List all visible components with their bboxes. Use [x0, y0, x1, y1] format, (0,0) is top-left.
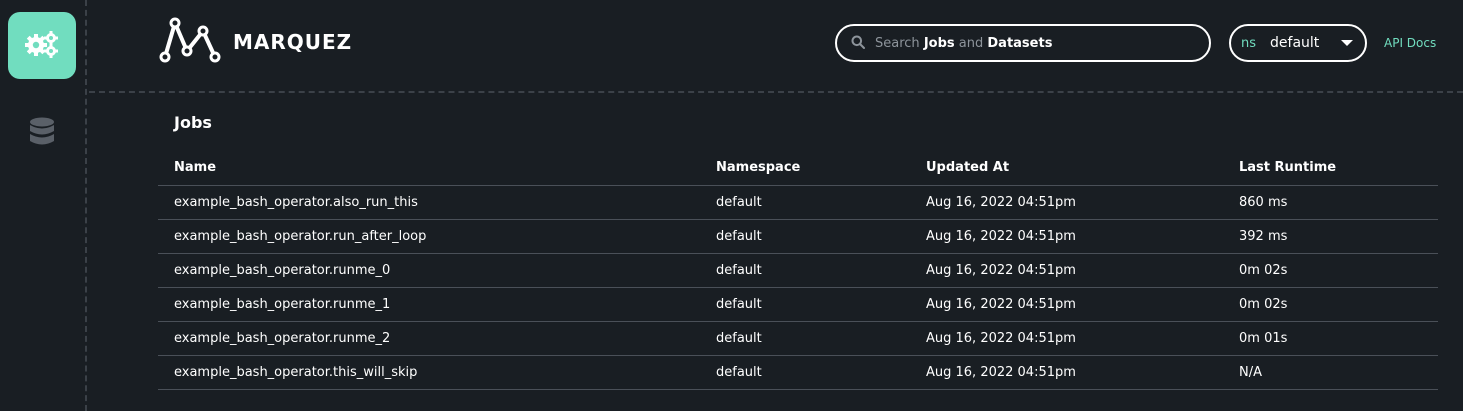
- job-updated-at: Aug 16, 2022 04:51pm: [910, 219, 1223, 254]
- column-header-updated-at: Updated At: [910, 151, 1223, 186]
- job-last-runtime: N/A: [1223, 355, 1438, 390]
- table-row[interactable]: example_bash_operator.run_after_loop def…: [158, 219, 1438, 254]
- sidebar-item-datasets[interactable]: [27, 117, 57, 151]
- job-last-runtime: 0m 02s: [1223, 253, 1438, 288]
- job-updated-at: Aug 16, 2022 04:51pm: [910, 355, 1223, 390]
- table-row[interactable]: example_bash_operator.runme_0 default Au…: [158, 253, 1438, 288]
- column-header-namespace: Namespace: [700, 151, 910, 186]
- sidebar: [0, 0, 87, 411]
- marquez-logo-icon: [159, 17, 221, 67]
- search-input[interactable]: Search Jobs and Datasets: [835, 24, 1211, 62]
- job-last-runtime: 0m 02s: [1223, 287, 1438, 322]
- sidebar-item-jobs[interactable]: [8, 12, 76, 79]
- job-name-link[interactable]: example_bash_operator.this_will_skip: [158, 355, 700, 390]
- table-row[interactable]: example_bash_operator.this_will_skip def…: [158, 355, 1438, 390]
- job-updated-at: Aug 16, 2022 04:51pm: [910, 253, 1223, 288]
- job-name-link[interactable]: example_bash_operator.runme_1: [158, 287, 700, 322]
- job-name-link[interactable]: example_bash_operator.runme_2: [158, 321, 700, 356]
- database-icon: [29, 117, 55, 151]
- app-name: MARQUEZ: [233, 30, 353, 54]
- job-namespace: default: [700, 321, 910, 356]
- gears-icon: [24, 30, 60, 62]
- namespace-select[interactable]: ns default: [1229, 24, 1367, 62]
- job-last-runtime: 0m 01s: [1223, 321, 1438, 356]
- job-last-runtime: 392 ms: [1223, 219, 1438, 254]
- app-root: MARQUEZ Search Jobs and Datasets ns defa…: [0, 0, 1463, 411]
- job-last-runtime: 860 ms: [1223, 185, 1438, 220]
- namespace-value: default: [1270, 35, 1320, 51]
- job-namespace: default: [700, 287, 910, 322]
- search-placeholder-jobs: Jobs: [923, 35, 955, 51]
- job-updated-at: Aug 16, 2022 04:51pm: [910, 321, 1223, 356]
- job-updated-at: Aug 16, 2022 04:51pm: [910, 287, 1223, 322]
- job-namespace: default: [700, 219, 910, 254]
- top-header: MARQUEZ Search Jobs and Datasets ns defa…: [89, 0, 1463, 93]
- column-header-name: Name: [158, 151, 700, 186]
- table-row[interactable]: example_bash_operator.runme_2 default Au…: [158, 321, 1438, 356]
- jobs-table: Name Namespace Updated At Last Runtime e…: [158, 151, 1438, 390]
- search-icon: [851, 34, 865, 53]
- job-name-link[interactable]: example_bash_operator.runme_0: [158, 253, 700, 288]
- table-header-row: Name Namespace Updated At Last Runtime: [158, 151, 1438, 186]
- table-row[interactable]: example_bash_operator.also_run_this defa…: [158, 185, 1438, 220]
- search-placeholder-prefix: Search: [875, 35, 920, 51]
- logo[interactable]: MARQUEZ: [159, 17, 353, 67]
- job-name-link[interactable]: example_bash_operator.run_after_loop: [158, 219, 700, 254]
- column-header-last-runtime: Last Runtime: [1223, 151, 1438, 186]
- search-placeholder-and: and: [958, 35, 984, 51]
- search-placeholder-datasets: Datasets: [987, 35, 1053, 51]
- job-updated-at: Aug 16, 2022 04:51pm: [910, 185, 1223, 220]
- caret-down-icon: [1341, 40, 1353, 46]
- namespace-prefix: ns: [1241, 35, 1257, 51]
- table-row[interactable]: example_bash_operator.runme_1 default Au…: [158, 287, 1438, 322]
- search-placeholder: Search Jobs and Datasets: [875, 36, 1052, 51]
- job-namespace: default: [700, 253, 910, 288]
- api-docs-link[interactable]: API Docs: [1384, 36, 1436, 50]
- page-title: Jobs: [174, 113, 212, 132]
- job-name-link[interactable]: example_bash_operator.also_run_this: [158, 185, 700, 220]
- job-namespace: default: [700, 185, 910, 220]
- job-namespace: default: [700, 355, 910, 390]
